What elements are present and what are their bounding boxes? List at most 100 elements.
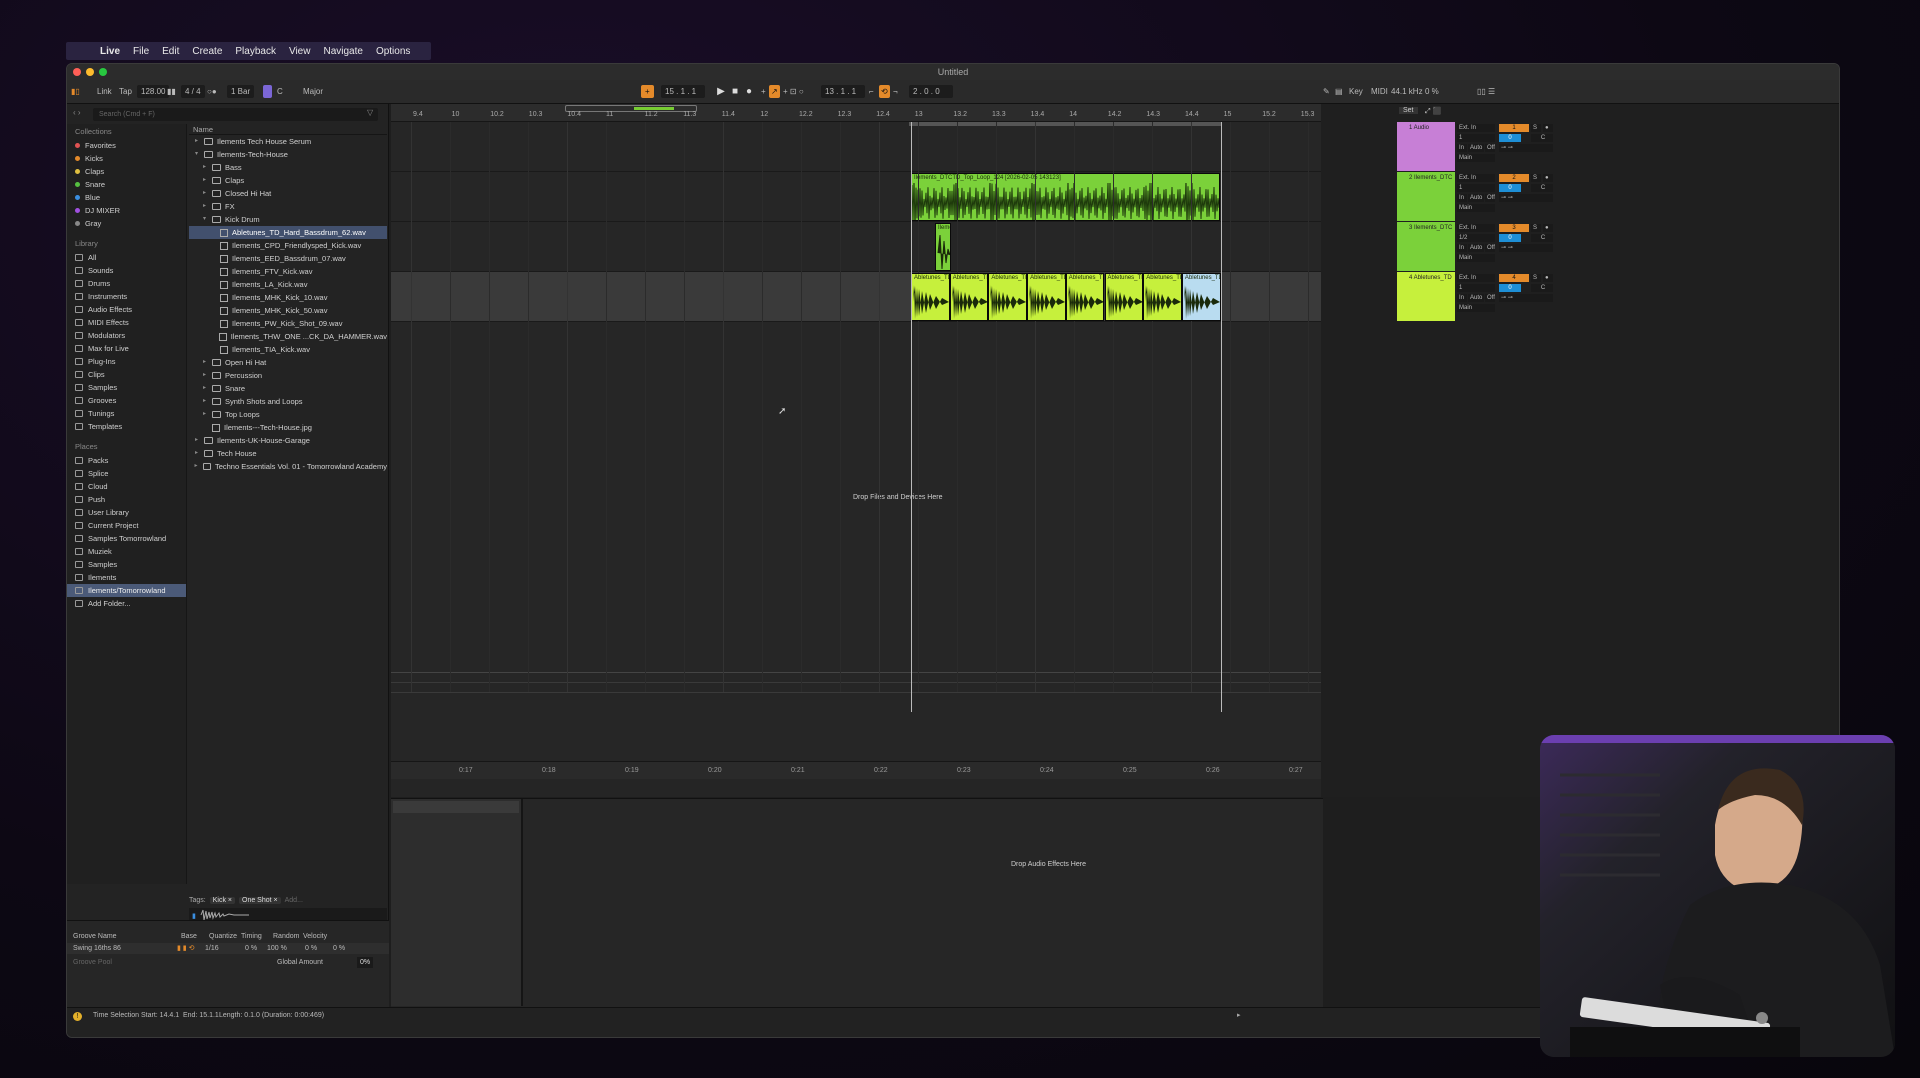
menu-navigate[interactable]: Navigate [323,46,362,57]
loop-length-field[interactable]: 2 . 0 . 0 [909,85,953,98]
browser-file-item[interactable]: ▸ Claps [189,174,387,187]
collection-item[interactable]: Snare [67,178,186,191]
view-toggle-icon[interactable]: ▮▯ [71,85,80,98]
solo-button[interactable]: S [1531,124,1541,132]
browser-file-item[interactable]: ▸ Closed Hi Hat [189,187,387,200]
library-item[interactable]: Clips [67,368,186,381]
disclosure-icon[interactable]: ▾ [193,148,200,161]
output-select[interactable]: Main [1457,154,1495,162]
disclosure-icon[interactable]: ▸ [201,161,208,174]
sends-icon[interactable]: ⊸ ⊸ [1499,244,1553,252]
menu-live[interactable]: Live [100,46,120,57]
midi-map-button[interactable]: MIDI [1371,85,1388,98]
overview-icon[interactable]: ▯▯ ☰ [1477,85,1495,98]
library-item[interactable]: MIDI Effects [67,316,186,329]
track-activator[interactable]: 4 [1499,274,1529,282]
metronome-icon[interactable]: ▮▮ [167,85,176,98]
solo-button[interactable]: S [1531,224,1541,232]
clip-kick[interactable]: Abletunes_TD [1027,273,1066,321]
solo-button[interactable]: S [1531,174,1541,182]
browser-file-item[interactable]: ▸ Open Hi Hat [189,356,387,369]
overdub-icon[interactable]: + [761,85,766,98]
loop-brace[interactable] [909,122,1221,126]
input-channel-select[interactable]: 1/2 [1457,234,1495,242]
browser-file-item[interactable]: ▸ Snare [189,382,387,395]
session-record-icon[interactable]: + ⊡ ○ [783,85,804,98]
place-item[interactable]: Cloud [67,480,186,493]
monitor-in-button[interactable]: In [1457,294,1467,302]
menu-options[interactable]: Options [376,46,410,57]
track-header[interactable]: 3 Ilements_DTC [1397,222,1455,271]
track-activator[interactable]: 1 [1499,124,1529,132]
output-select[interactable]: Main [1457,304,1495,312]
arrangement-overdub-icon[interactable]: + [641,85,654,98]
library-item[interactable]: Samples [67,381,186,394]
place-item[interactable]: Ilements [67,571,186,584]
tap-button[interactable]: Tap [119,85,132,98]
browser-file-item[interactable]: Ilements_TIA_Kick.wav [189,343,387,356]
output-select[interactable]: Main [1457,204,1495,212]
monitor-auto-button[interactable]: Auto [1468,244,1484,252]
sends-icon[interactable]: ⊸ ⊸ [1499,194,1553,202]
clip-kick[interactable]: Abletunes_TD [911,273,950,321]
disclosure-icon[interactable]: ▸ [193,460,199,473]
browser-file-item[interactable]: ▸ FX [189,200,387,213]
browser-file-item[interactable]: Abletunes_TD_Hard_Bassdrum_62.wav [189,226,387,239]
arm-record-icon[interactable]: ● [1543,274,1553,282]
tempo-field[interactable]: 128.00 [137,85,170,98]
place-item[interactable]: Current Project [67,519,186,532]
library-item[interactable]: Max for Live [67,342,186,355]
set-button[interactable]: Set [1399,107,1418,114]
preview-waveform[interactable]: ▮ [189,908,387,921]
stop-icon[interactable]: ■ [729,85,741,98]
browser-file-item[interactable]: ▸ Tech House [189,447,387,460]
browser-file-item[interactable]: Ilements_MHK_Kick_50.wav [189,304,387,317]
disclosure-icon[interactable]: ▸ [201,174,208,187]
draw-mode-icon[interactable]: ✎ [1323,85,1330,98]
browser-file-item[interactable]: ▾ Kick Drum [189,213,387,226]
library-item[interactable]: Modulators [67,329,186,342]
track-header[interactable]: 2 Ilements_DTC [1397,172,1455,221]
clip-kick[interactable]: Abletunes_TD [949,273,989,321]
disclosure-icon[interactable]: ▸ [201,356,208,369]
groove-base[interactable]: 1/16 [205,943,219,954]
collection-item[interactable]: Claps [67,165,186,178]
groove-random[interactable]: 0 % [305,943,317,954]
menu-playback[interactable]: Playback [235,46,276,57]
place-item[interactable]: User Library [67,506,186,519]
time-ruler[interactable]: 0:17 0:18 0:19 0:20 0:21 0:22 0:23 0:24 0:25 0:26… [391,761,1321,779]
menu-edit[interactable]: Edit [162,46,179,57]
collection-item[interactable]: Kicks [67,152,186,165]
quantize-select[interactable]: 1 Bar [227,85,255,98]
tag-kick[interactable]: Kick × [209,896,235,904]
browser-file-item[interactable]: Ilements_THW_ONE ...CK_DA_HAMMER.wav [189,330,387,343]
disclosure-icon[interactable]: ▸ [193,447,200,460]
loop-switch-icon[interactable]: ⟲ [879,85,890,98]
filter-icon[interactable]: ▽ [367,108,373,117]
lane-1[interactable] [391,122,1321,172]
monitor-auto-button[interactable]: Auto [1468,194,1484,202]
browser-file-item[interactable]: Ilements_LA_Kick.wav [189,278,387,291]
lane-3[interactable] [391,222,1321,272]
volume-field[interactable]: 0 [1499,284,1521,292]
time-signature-field[interactable]: 4 / 4 [181,85,205,98]
track-activator[interactable]: 2 [1499,174,1529,182]
monitor-auto-button[interactable]: Auto [1468,144,1484,152]
global-amount-value[interactable]: 0% [357,957,374,968]
library-item[interactable]: Sounds [67,264,186,277]
track-header[interactable]: 4 Abletunes_TD [1397,272,1455,321]
place-item[interactable]: Ilements/Tomorrowland [67,584,186,597]
clip-kick[interactable]: Abletunes_TD [1104,273,1144,321]
monitor-off-button[interactable]: Off [1485,194,1495,202]
disclosure-icon[interactable]: ▸ [193,434,200,447]
place-item[interactable]: Splice [67,467,186,480]
browser-file-item[interactable]: ▸ Synth Shots and Loops [189,395,387,408]
loop-start-field[interactable]: 13 . 1 . 1 [821,85,865,98]
monitor-in-button[interactable]: In [1457,194,1467,202]
input-channel-select[interactable]: 1 [1457,184,1495,192]
groove-quantize[interactable]: 0 % [245,943,257,954]
scale-mode-icon[interactable] [263,85,272,98]
sends-icon[interactable]: ⊸ ⊸ [1499,144,1553,152]
automation-arm-icon[interactable]: ↗ [769,85,780,98]
punch-in-icon[interactable]: ⌐ [869,85,874,98]
